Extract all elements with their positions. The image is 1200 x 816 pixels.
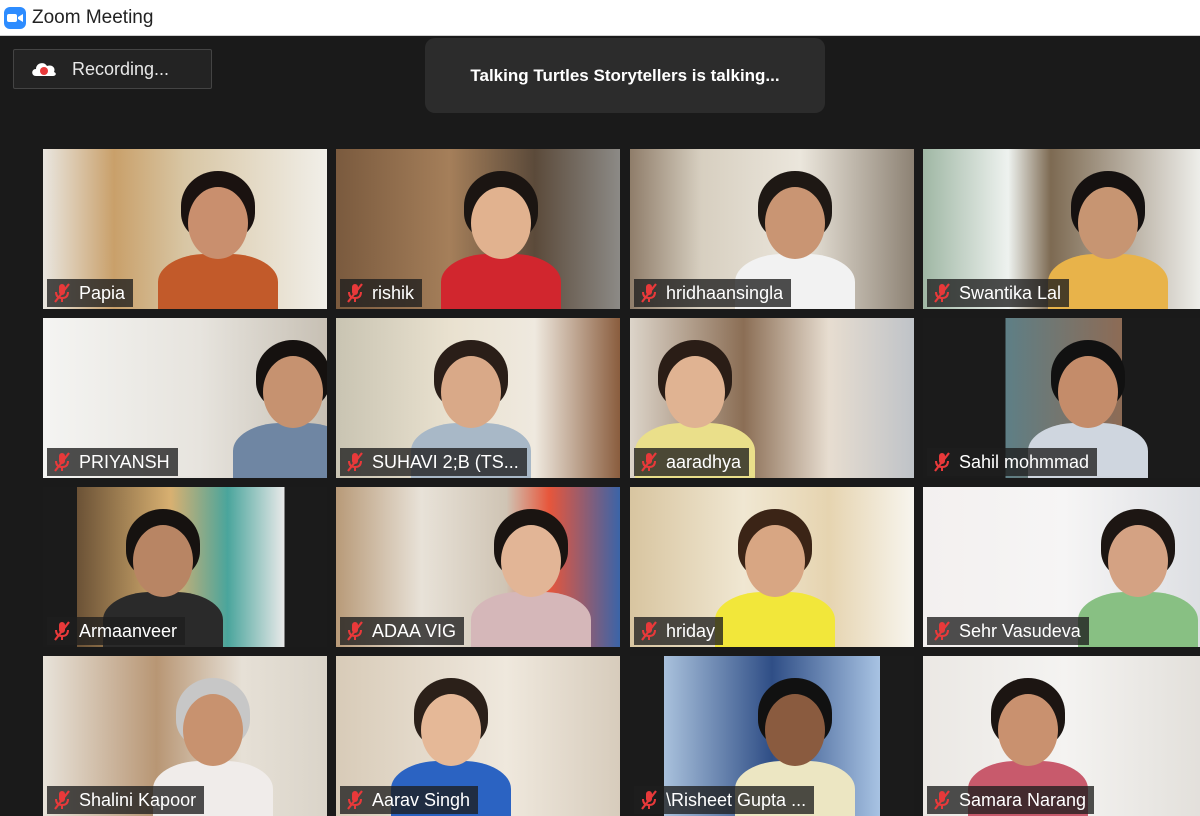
participant-video-tile[interactable]: PRIYANSH [43, 318, 327, 478]
participant-video-tile[interactable]: \Risheet Gupta ... [630, 656, 914, 816]
microphone-muted-icon [933, 621, 951, 641]
active-speaker-text: Talking Turtles Storytellers is talking.… [470, 65, 780, 85]
active-speaker-banner: Talking Turtles Storytellers is talking.… [425, 38, 825, 113]
participant-name-tag: Sahil mohmmad [927, 448, 1098, 476]
participant-video-tile[interactable]: Sahil mohmmad [923, 318, 1200, 478]
participant-name-tag: Papia [47, 279, 134, 307]
participant-name-tag: \Risheet Gupta ... [634, 786, 815, 814]
participant-video-tile[interactable]: hridhaansingla [630, 149, 914, 309]
participant-name-tag: Samara Narang [927, 786, 1095, 814]
participant-name: rishik [372, 282, 415, 303]
participant-name-tag: hriday [634, 617, 724, 645]
participant-name: hridhaansingla [666, 282, 784, 303]
microphone-muted-icon [346, 283, 364, 303]
participant-name: Armaanveer [79, 620, 178, 641]
participant-name-tag: Sehr Vasudeva [927, 617, 1089, 645]
microphone-muted-icon [53, 621, 71, 641]
participant-name: Aarav Singh [372, 789, 471, 810]
participant-video-tile[interactable]: Aarav Singh [336, 656, 620, 816]
microphone-muted-icon [933, 790, 951, 810]
recording-indicator-button[interactable]: Recording... [13, 49, 212, 89]
microphone-muted-icon [933, 452, 951, 472]
participant-video-tile[interactable]: ADAA VIG [336, 487, 620, 647]
microphone-muted-icon [346, 452, 364, 472]
microphone-muted-icon [933, 283, 951, 303]
participant-name: aaradhya [666, 451, 742, 472]
microphone-muted-icon [640, 452, 658, 472]
participant-name: Shalini Kapoor [79, 789, 197, 810]
microphone-muted-icon [53, 283, 71, 303]
participant-video-tile[interactable]: rishik [336, 149, 620, 309]
participant-video-tile[interactable]: Shalini Kapoor [43, 656, 327, 816]
participant-name: ADAA VIG [372, 620, 457, 641]
participant-video-tile[interactable]: Swantika Lal [923, 149, 1200, 309]
participant-video-tile[interactable]: Papia [43, 149, 327, 309]
window-titlebar: Zoom Meeting [0, 0, 1200, 36]
microphone-muted-icon [53, 452, 71, 472]
participant-video-tile[interactable]: Sehr Vasudeva [923, 487, 1200, 647]
participant-name: hriday [666, 620, 716, 641]
participant-video-feed [228, 318, 327, 478]
participant-video-feed [436, 149, 566, 309]
participant-video-feed [466, 487, 596, 647]
participant-video-tile[interactable]: hriday [630, 487, 914, 647]
participant-name-tag: Swantika Lal [927, 279, 1070, 307]
participant-name: PRIYANSH [79, 451, 170, 472]
participant-name-tag: rishik [340, 279, 423, 307]
microphone-muted-icon [346, 790, 364, 810]
participant-name: Swantika Lal [959, 282, 1062, 303]
participant-name: Sehr Vasudeva [959, 620, 1081, 641]
participant-video-tile[interactable]: aaradhya [630, 318, 914, 478]
participant-name-tag: Aarav Singh [340, 786, 479, 814]
participant-video-tile[interactable]: Armaanveer [43, 487, 327, 647]
participant-name: \Risheet Gupta ... [666, 789, 807, 810]
participant-name-tag: SUHAVI 2;B (TS... [340, 448, 527, 476]
window-title: Zoom Meeting [32, 6, 154, 28]
cloud-record-icon [30, 58, 58, 80]
participant-video-feed [153, 149, 283, 309]
participant-video-tile[interactable]: Samara Narang [923, 656, 1200, 816]
zoom-camera-icon [4, 6, 26, 29]
recording-label: Recording... [72, 58, 170, 79]
microphone-muted-icon [53, 790, 71, 810]
participant-name: Papia [79, 282, 126, 303]
participant-name-tag: Shalini Kapoor [47, 786, 205, 814]
participant-name: Sahil mohmmad [959, 451, 1090, 472]
microphone-muted-icon [640, 790, 658, 810]
microphone-muted-icon [346, 621, 364, 641]
microphone-muted-icon [640, 621, 658, 641]
participant-name: Samara Narang [959, 789, 1087, 810]
participant-video-feed [1073, 487, 1200, 647]
participant-name-tag: hridhaansingla [634, 279, 792, 307]
participant-name-tag: aaradhya [634, 448, 750, 476]
microphone-muted-icon [640, 283, 658, 303]
participant-name: SUHAVI 2;B (TS... [372, 451, 519, 472]
meeting-stage: Recording... Talking Turtles Storyteller… [0, 36, 1200, 816]
participant-name-tag: PRIYANSH [47, 448, 178, 476]
participant-video-tile[interactable]: SUHAVI 2;B (TS... [336, 318, 620, 478]
participant-name-tag: ADAA VIG [340, 617, 465, 645]
participant-name-tag: Armaanveer [47, 617, 186, 645]
participant-video-feed [710, 487, 840, 647]
